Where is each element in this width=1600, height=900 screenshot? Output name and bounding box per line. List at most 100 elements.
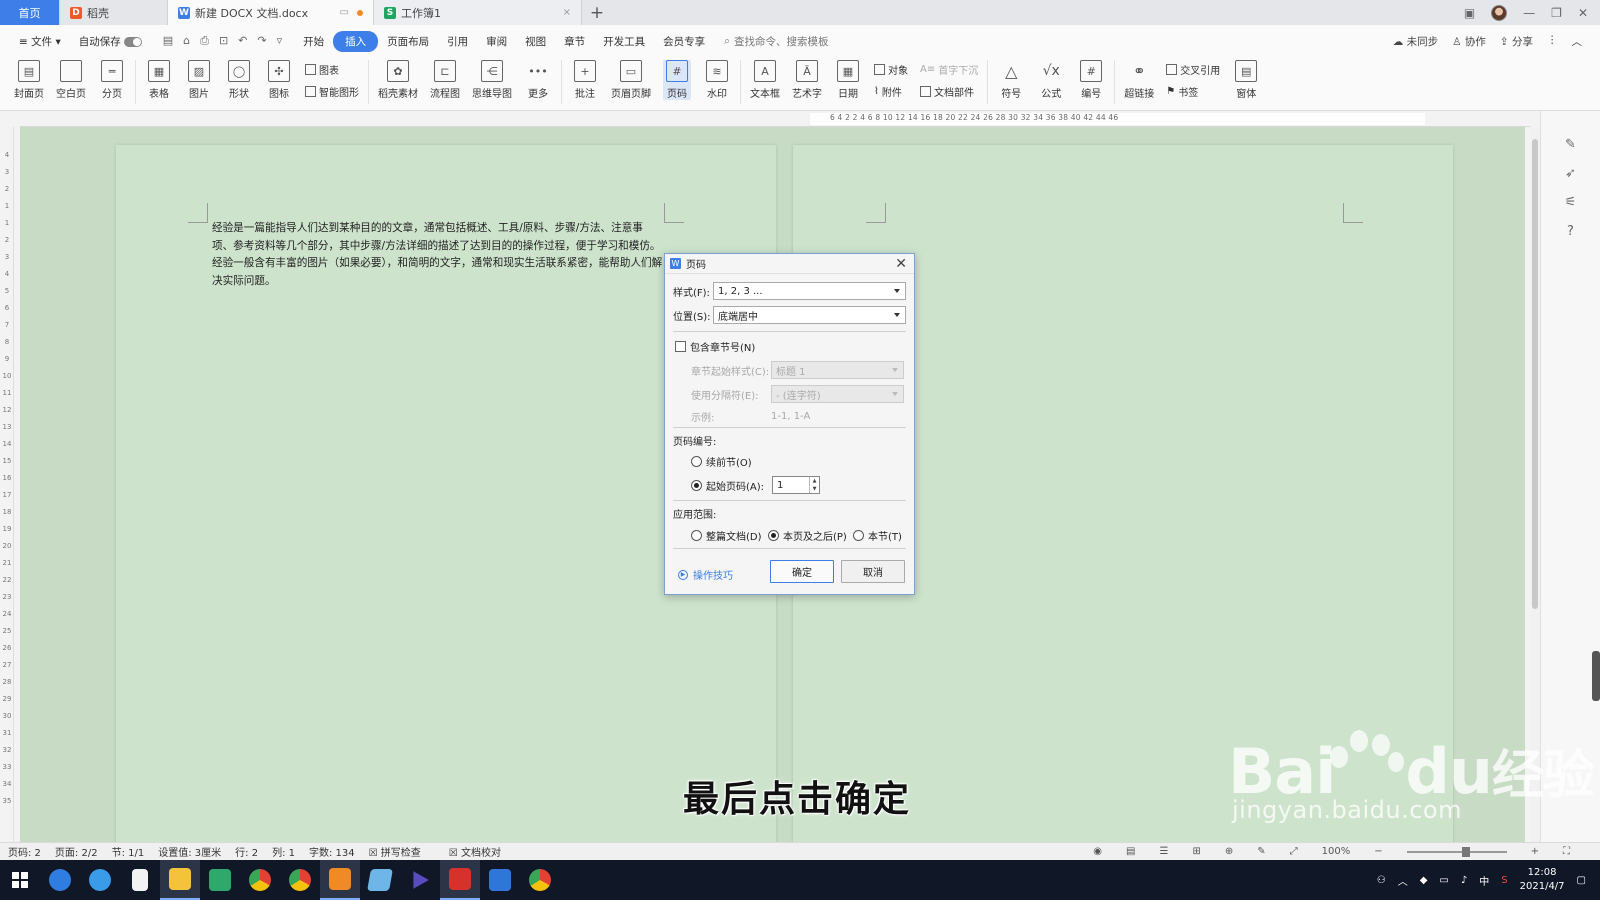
tab-document[interactable]: W 新建 DOCX 文档.docx ▭ xyxy=(168,0,374,25)
table-button[interactable]: ▦ 表格 xyxy=(145,60,173,100)
menu-review[interactable]: 审阅 xyxy=(477,31,516,52)
taskbar-app-player[interactable] xyxy=(400,860,440,900)
tips-link[interactable]: ▶ 操作技巧 xyxy=(678,567,733,582)
status-pages[interactable]: 页面: 2/2 xyxy=(55,844,98,859)
panel-grip-handle[interactable] xyxy=(1592,651,1600,701)
proofread-button[interactable]: ☒ 文档校对 xyxy=(449,844,515,859)
formula-button[interactable]: √x 公式 xyxy=(1037,60,1065,100)
redo-icon[interactable]: ↷ xyxy=(257,34,266,48)
menu-developer[interactable]: 开发工具 xyxy=(594,31,654,52)
print-icon[interactable]: ⎙ xyxy=(200,34,209,48)
apply-after-radio[interactable] xyxy=(768,530,779,541)
taskbar-app-chrome-2[interactable] xyxy=(280,860,320,900)
cancel-button[interactable]: 取消 xyxy=(841,560,905,583)
window-count-icon[interactable]: ▣ xyxy=(1464,6,1475,20)
material-button[interactable]: ✿ 稻壳素材 xyxy=(378,60,418,100)
help-icon[interactable]: ? xyxy=(1567,224,1574,239)
more-menu-icon[interactable]: ⋮ xyxy=(1547,34,1558,49)
fit-width-icon[interactable]: ⤢ xyxy=(1290,846,1298,857)
status-setting[interactable]: 设置值: 3厘米 xyxy=(158,844,221,859)
sogou-ime-icon[interactable]: S xyxy=(1501,875,1507,886)
apply-whole-radio[interactable] xyxy=(691,530,702,541)
tray-app-icon[interactable]: ◆ xyxy=(1420,875,1428,886)
scrollbar-thumb[interactable] xyxy=(1532,139,1538,609)
taskbar-app-chrome-3[interactable] xyxy=(520,860,560,900)
position-select[interactable]: 底端居中 xyxy=(713,306,906,324)
people-icon[interactable]: ⚇ xyxy=(1377,875,1386,886)
date-button[interactable]: ▦ 日期 xyxy=(834,60,862,100)
taskbar-app-orange[interactable] xyxy=(320,860,360,900)
fullscreen-icon[interactable]: ⛶ xyxy=(1563,846,1570,857)
taskbar-app-shield[interactable] xyxy=(200,860,240,900)
taskbar-app-chrome-1[interactable] xyxy=(240,860,280,900)
header-footer-button[interactable]: ▭ 页眉页脚 xyxy=(611,60,651,100)
zoom-level[interactable]: 100% xyxy=(1322,846,1351,857)
menu-chapter[interactable]: 章节 xyxy=(555,31,594,52)
menu-start[interactable]: 开始 xyxy=(294,31,333,52)
icon-button[interactable]: ✣ 图标 xyxy=(265,60,293,100)
wordart-button[interactable]: Ā 艺术字 xyxy=(792,60,822,100)
chart-button[interactable]: 图表 xyxy=(305,62,359,77)
ime-indicator[interactable]: 中 xyxy=(1479,873,1489,888)
stepper-arrows-icon[interactable]: ▲ ▼ xyxy=(809,477,819,493)
zoom-in-icon[interactable]: + xyxy=(1531,846,1539,857)
object-button[interactable]: 对象 xyxy=(874,62,908,77)
tab-workbook[interactable]: S 工作簿1 × xyxy=(374,0,582,25)
menu-layout[interactable]: 页面布局 xyxy=(378,31,438,52)
document-paragraph[interactable]: 经验是一篇能指导人们达到某种目的的文章，通常包括概述、工具/原料、步骤/方法、注… xyxy=(212,220,664,290)
minimize-icon[interactable]: — xyxy=(1523,6,1535,20)
more-button[interactable]: ••• 更多 xyxy=(524,60,552,101)
notification-icon[interactable]: ▢ xyxy=(1577,875,1586,886)
volume-icon[interactable]: ♪ xyxy=(1461,875,1467,886)
menu-insert[interactable]: 插入 xyxy=(333,30,379,52)
status-page-number[interactable]: 页码: 2 xyxy=(8,844,41,859)
clock[interactable]: 12:08 2021/4/7 xyxy=(1520,866,1565,894)
customize-icon[interactable]: ▿ xyxy=(277,34,283,48)
taskbar-app-notes[interactable] xyxy=(360,860,400,900)
hyperlink-button[interactable]: ⚭ 超链接 xyxy=(1124,60,1154,100)
file-menu[interactable]: ≡ 文件 ▾ xyxy=(10,31,70,52)
dialog-close-icon[interactable]: ✕ xyxy=(895,256,907,272)
taskbar-app-file[interactable] xyxy=(120,860,160,900)
picture-button[interactable]: ▨ 图片 xyxy=(185,60,213,100)
tab-straw[interactable]: D 稻壳 xyxy=(60,0,168,25)
watermark-button[interactable]: ≋ 水印 xyxy=(703,60,731,100)
dropcap-button[interactable]: A≡ 首字下沉 xyxy=(920,62,978,77)
symbol-button[interactable]: △ 符号 xyxy=(997,60,1025,101)
settings-sliders-icon[interactable]: ⚟ xyxy=(1565,195,1577,210)
undo-icon[interactable]: ↶ xyxy=(238,34,247,48)
cover-page-button[interactable]: ▤ 封面页 xyxy=(14,60,44,100)
taskbar-app-explorer[interactable] xyxy=(160,860,200,900)
share-button[interactable]: ⇪ 分享 xyxy=(1500,34,1533,49)
autosave-toggle[interactable]: 自动保存 xyxy=(70,31,151,52)
page-view-icon[interactable]: ▤ xyxy=(1126,846,1135,857)
include-chapter-checkbox[interactable] xyxy=(675,341,686,352)
write-mode-icon[interactable]: ✎ xyxy=(1257,846,1265,857)
new-tab-button[interactable]: + xyxy=(582,0,612,25)
page-number-button[interactable]: # 页码 xyxy=(663,60,691,100)
sync-button[interactable]: ☁ 未同步 xyxy=(1393,34,1438,49)
zoom-out-icon[interactable]: − xyxy=(1374,846,1382,857)
taskbar-app-wps[interactable] xyxy=(440,860,480,900)
eye-protection-icon[interactable]: ◉ xyxy=(1093,846,1102,857)
textbox-button[interactable]: A 文本框 xyxy=(750,60,780,100)
start-page-stepper[interactable]: 1 ▲ ▼ xyxy=(772,476,820,494)
collab-button[interactable]: ♙ 协作 xyxy=(1452,34,1486,49)
horizontal-ruler[interactable]: 6 4 2 2 4 6 8 10 12 14 16 18 20 22 24 26… xyxy=(20,111,1530,127)
spell-check-button[interactable]: ☒ 拼写检查 xyxy=(369,844,435,859)
tray-expand-icon[interactable]: ︿ xyxy=(1398,873,1408,888)
edit-pen-icon[interactable]: ✎ xyxy=(1565,137,1576,152)
command-search[interactable]: ⌕ 查找命令、搜索模板 xyxy=(724,34,828,49)
comment-button[interactable]: + 批注 xyxy=(571,60,599,100)
outline-view-icon[interactable]: ☰ xyxy=(1159,846,1168,857)
restore-icon[interactable]: ❐ xyxy=(1551,6,1562,20)
chapter-style-select[interactable]: 标题 1 xyxy=(771,361,904,379)
taskbar-app-browser-blue[interactable] xyxy=(40,860,80,900)
read-mode-icon[interactable]: ⊕ xyxy=(1225,846,1233,857)
print-preview-icon[interactable]: ⊡ xyxy=(219,34,228,48)
web-view-icon[interactable]: ⊞ xyxy=(1192,846,1200,857)
smartart-button[interactable]: 智能图形 xyxy=(305,84,359,99)
network-icon[interactable]: ▭ xyxy=(1439,875,1448,886)
flowchart-button[interactable]: ⊏ 流程图 xyxy=(430,60,460,100)
format-painter-icon[interactable]: ⌂ xyxy=(183,34,190,48)
